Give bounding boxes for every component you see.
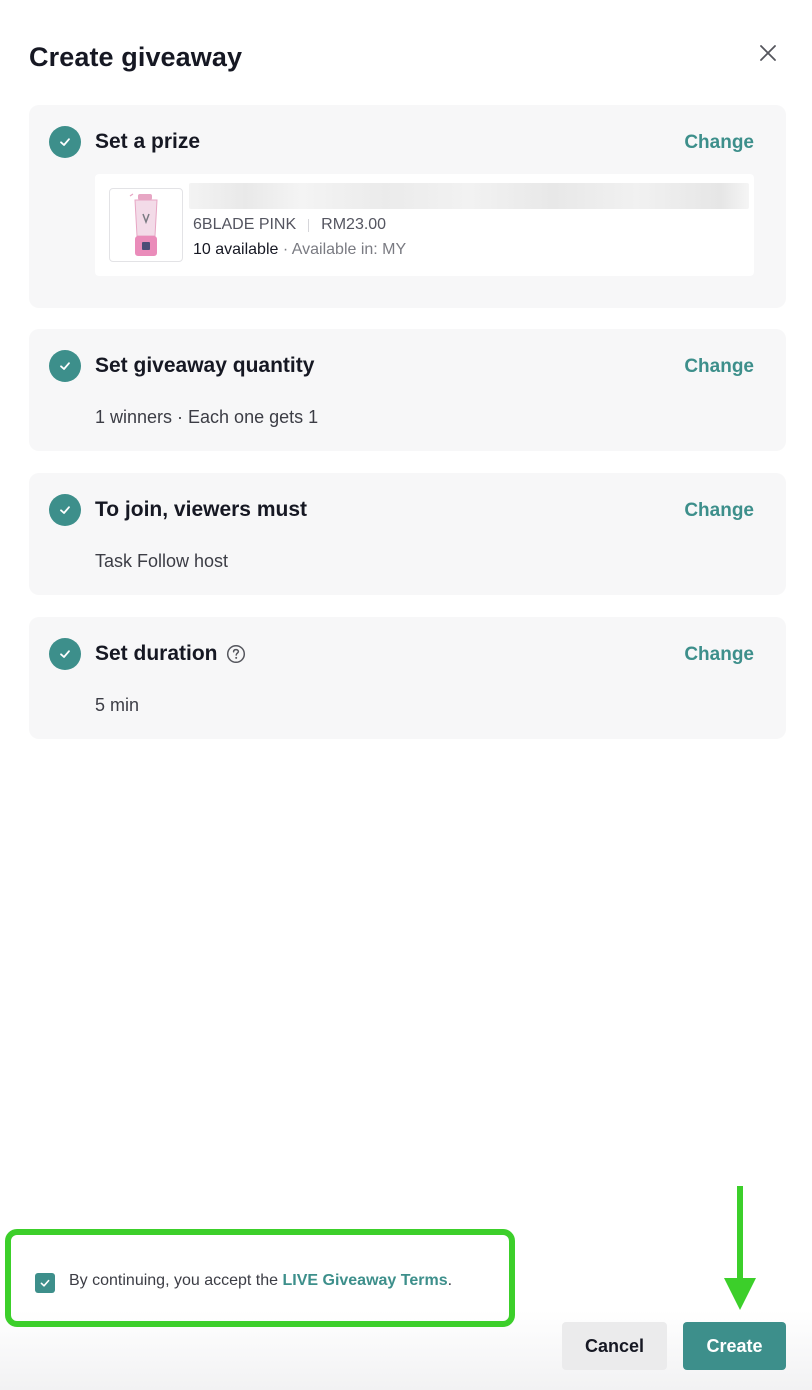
step-card-quantity: Set giveaway quantity Change 1 winners ·… bbox=[29, 329, 786, 451]
step-card-prize: Set a prize Change 6BLADE PINK RM23.00 1… bbox=[29, 105, 786, 308]
change-quantity-button[interactable]: Change bbox=[684, 356, 754, 378]
prize-product-card: 6BLADE PINK RM23.00 10 available · Avail… bbox=[95, 174, 754, 276]
product-variant-price: 6BLADE PINK RM23.00 bbox=[193, 216, 386, 234]
step-card-join-task: To join, viewers must Change Task Follow… bbox=[29, 473, 786, 595]
check-circle-icon bbox=[49, 350, 81, 382]
step-title-join-task: To join, viewers must bbox=[95, 498, 307, 521]
check-circle-icon bbox=[49, 126, 81, 158]
terms-suffix: . bbox=[447, 1272, 453, 1289]
check-circle-icon bbox=[49, 494, 81, 526]
join-task-detail: Task Follow host bbox=[95, 551, 229, 571]
step-card-duration: Set duration Change 5 min bbox=[29, 617, 786, 739]
arrow-down-icon bbox=[724, 1186, 756, 1310]
create-giveaway-dialog: Create giveaway Set a prize Change 6BLAD… bbox=[0, 0, 812, 1390]
dialog-title: Create giveaway bbox=[29, 42, 243, 72]
product-variant: 6BLADE PINK bbox=[193, 216, 297, 233]
check-circle-icon bbox=[49, 638, 81, 670]
terms-checkbox[interactable] bbox=[35, 1273, 55, 1293]
terms-text: By continuing, you accept the LIVE Givea… bbox=[69, 1272, 452, 1290]
terms-highlight-box: By continuing, you accept the LIVE Givea… bbox=[5, 1229, 515, 1327]
question-circle-icon[interactable] bbox=[226, 644, 246, 664]
product-name-redacted bbox=[189, 183, 749, 209]
step-title-prize: Set a prize bbox=[95, 130, 201, 153]
step-title-duration: Set duration bbox=[95, 642, 246, 666]
change-duration-button[interactable]: Change bbox=[684, 644, 754, 666]
close-icon[interactable] bbox=[755, 40, 781, 66]
product-price: RM23.00 bbox=[321, 216, 387, 233]
product-region: · Available in: MY bbox=[282, 241, 407, 258]
product-stock: 10 available bbox=[193, 241, 279, 258]
change-prize-button[interactable]: Change bbox=[684, 132, 754, 154]
cancel-button[interactable]: Cancel bbox=[562, 1322, 667, 1370]
divider bbox=[308, 218, 310, 232]
terms-prefix: By continuing, you accept the bbox=[69, 1272, 279, 1289]
quantity-detail: 1 winners · Each one gets 1 bbox=[95, 407, 319, 427]
terms-link[interactable]: LIVE Giveaway Terms bbox=[282, 1272, 447, 1289]
product-availability: 10 available · Available in: MY bbox=[193, 241, 406, 259]
change-join-task-button[interactable]: Change bbox=[684, 500, 754, 522]
duration-detail: 5 min bbox=[95, 695, 140, 715]
product-thumbnail bbox=[109, 188, 183, 262]
step-title-quantity: Set giveaway quantity bbox=[95, 354, 315, 377]
step-title-duration-label: Set duration bbox=[95, 642, 218, 665]
create-button[interactable]: Create bbox=[683, 1322, 786, 1370]
